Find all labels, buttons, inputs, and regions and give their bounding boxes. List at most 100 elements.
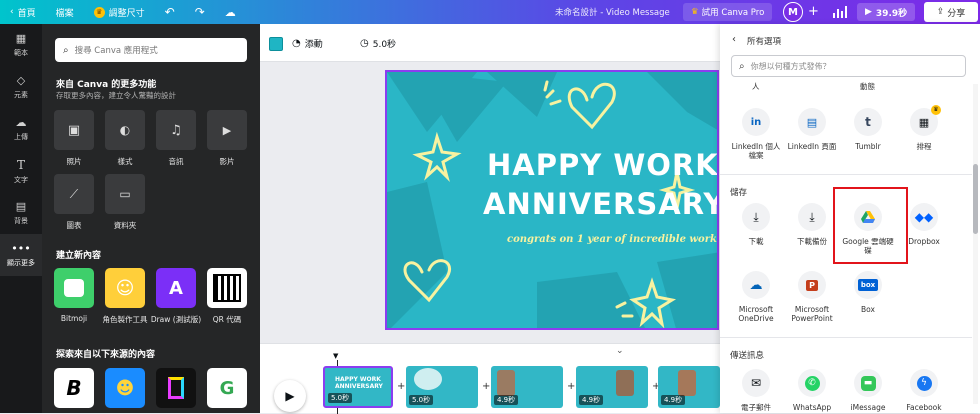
- file-menu[interactable]: 檔案: [46, 0, 84, 24]
- email-option[interactable]: ✉ 電子郵件: [728, 369, 784, 412]
- chevron-down-icon[interactable]: ⌄: [616, 346, 624, 356]
- cloud-sync-icon[interactable]: ☁: [215, 0, 246, 24]
- folder-icon: ▭: [119, 187, 131, 201]
- crown-icon: ♛: [691, 7, 699, 17]
- source-app-2[interactable]: ☻: [105, 368, 145, 408]
- schedule-option[interactable]: ▦ ♛ 排程: [896, 105, 952, 151]
- rail-item-background[interactable]: ▤ 背景: [0, 192, 42, 234]
- publish-search-input[interactable]: ⌕ 你想以何種方式發佈？: [731, 55, 966, 77]
- styles-tile[interactable]: ◐: [105, 110, 145, 150]
- linkedin-page-option[interactable]: ▤ LinkedIn 頁面: [784, 108, 840, 151]
- chevron-left-icon: ‹: [10, 7, 14, 17]
- present-button[interactable]: ▶ 39.9秒: [857, 3, 916, 21]
- play-button[interactable]: ▶: [274, 380, 306, 412]
- search-icon: ⌕: [739, 60, 745, 72]
- rail-item-text[interactable]: T 文字: [0, 150, 42, 192]
- undo-icon[interactable]: ↶: [155, 0, 185, 24]
- charts-tile[interactable]: ⟋: [54, 174, 94, 214]
- animate-button[interactable]: ◔ 添動: [292, 37, 323, 50]
- timeline-page-1[interactable]: HAPPY WORK ANNIVERSARY 5.0秒: [323, 366, 393, 408]
- box-option[interactable]: box Box: [840, 271, 896, 314]
- timeline-page-5[interactable]: 4.9秒: [658, 366, 720, 408]
- powerpoint-option[interactable]: P Microsoft PowerPoint: [784, 271, 840, 323]
- rail-item-more[interactable]: ••• 顯示更多: [0, 234, 42, 276]
- thumb-photo: [414, 368, 442, 390]
- more-features-subtitle: 存取更多內容，建立令人驚豔的設計: [56, 91, 176, 100]
- option-label: 下載備份: [797, 237, 827, 246]
- file-label: 檔案: [55, 8, 74, 19]
- animate-icon: ◔: [292, 38, 301, 49]
- timeline-page-3[interactable]: 4.9秒: [491, 366, 563, 408]
- background-color-swatch[interactable]: [269, 37, 283, 51]
- source-app-4[interactable]: G: [207, 368, 247, 408]
- download-option[interactable]: ⤓ 下載: [728, 203, 784, 246]
- elements-icon: ◇: [16, 74, 26, 87]
- timeline-page-4[interactable]: 4.9秒: [576, 366, 648, 408]
- add-page-icon[interactable]: +: [482, 381, 490, 392]
- add-page-icon[interactable]: +: [567, 381, 575, 392]
- page-duration: 5.0秒: [409, 395, 434, 405]
- onedrive-option[interactable]: ☁ Microsoft OneDrive: [728, 271, 784, 323]
- whatsapp-icon: ✆: [798, 369, 826, 397]
- subheading[interactable]: congrats on 1 year of incredible work!: [507, 234, 717, 245]
- draw-app[interactable]: A: [156, 268, 196, 308]
- design-page[interactable]: HAPPY WORK ANNIVERSARY congrats on 1 yea…: [385, 70, 719, 330]
- editor-toolbar: ◔ 添動 ◷ 5.0秒: [260, 24, 720, 62]
- frame-icon: [168, 377, 184, 399]
- apps-search-input[interactable]: ⌕ 搜尋 Canva 應用程式: [55, 38, 247, 62]
- option-label: WhatsApp: [792, 403, 832, 412]
- videos-tile[interactable]: ▶: [207, 110, 247, 150]
- linkedin-icon: in: [742, 108, 770, 136]
- linkedin-profile-option[interactable]: in LinkedIn 個人檔案: [728, 108, 784, 160]
- home-button[interactable]: ‹ 首頁: [0, 0, 46, 24]
- home-label: 首頁: [17, 8, 36, 19]
- draw-label: Draw (測試版): [150, 315, 202, 324]
- headline-line-2[interactable]: ANNIVERSARY: [483, 187, 717, 221]
- email-icon: ✉: [742, 369, 770, 397]
- more-icon: •••: [11, 242, 31, 255]
- scrollbar-track[interactable]: [973, 84, 978, 404]
- messenger-icon: ϟ: [910, 369, 938, 397]
- option-label: 電子郵件: [741, 403, 771, 412]
- folders-tile[interactable]: ▭: [105, 174, 145, 214]
- play-icon: ▶: [285, 389, 295, 403]
- insights-icon[interactable]: [833, 6, 847, 18]
- bitmoji-app[interactable]: [54, 268, 94, 308]
- resize-button[interactable]: ♛ 調整尺寸: [84, 0, 155, 24]
- qr-code-app[interactable]: [207, 268, 247, 308]
- imessage-option[interactable]: ▬ iMessage: [840, 369, 896, 412]
- source-app-1[interactable]: B: [54, 368, 94, 408]
- download-icon: ⤓: [742, 203, 770, 231]
- scrollbar-thumb[interactable]: [973, 164, 978, 234]
- photos-tile[interactable]: ▣: [54, 110, 94, 150]
- crown-icon: ♛: [931, 105, 941, 115]
- rail-label: 元素: [14, 91, 28, 99]
- play-icon: ▶: [865, 7, 872, 17]
- top-bar: ‹ 首頁 檔案 ♛ 調整尺寸 ↶ ↷ ☁ 未命名設計 - Video Messa…: [0, 0, 980, 24]
- linkedin-page-icon: ▤: [798, 108, 826, 136]
- try-pro-button[interactable]: ♛ 試用 Canva Pro: [683, 3, 773, 21]
- download-backup-option[interactable]: ⤓ 下載備份: [784, 203, 840, 246]
- timeline-page-2[interactable]: 5.0秒: [406, 366, 478, 408]
- headline-line-1[interactable]: HAPPY WORK: [487, 148, 717, 182]
- back-icon[interactable]: ‹: [732, 34, 736, 45]
- tumblr-option[interactable]: t Tumblr: [840, 108, 896, 151]
- rail-item-elements[interactable]: ◇ 元素: [0, 66, 42, 108]
- redo-icon[interactable]: ↷: [185, 0, 215, 24]
- publish-search-placeholder: 你想以何種方式發佈？: [750, 61, 831, 71]
- duration-button[interactable]: ◷ 5.0秒: [360, 37, 396, 50]
- source-app-3[interactable]: [156, 368, 196, 408]
- rail-item-templates[interactable]: ▦ 範本: [0, 24, 42, 66]
- rail-item-uploads[interactable]: ☁ 上傳: [0, 108, 42, 150]
- add-collaborator-icon[interactable]: +: [808, 5, 819, 18]
- document-title[interactable]: 未命名設計 - Video Message: [555, 6, 670, 18]
- add-page-icon[interactable]: +: [397, 381, 405, 392]
- whatsapp-option[interactable]: ✆ WhatsApp: [784, 369, 840, 412]
- facebook-option[interactable]: ϟ Facebook: [896, 369, 952, 412]
- share-button[interactable]: ⇪ 分享: [924, 2, 978, 22]
- character-builder-app[interactable]: ☺: [105, 268, 145, 308]
- explore-title: 探索來自以下來源的內容: [56, 350, 156, 360]
- audio-tile[interactable]: ♫: [156, 110, 196, 150]
- playhead-icon[interactable]: ▼: [333, 352, 338, 360]
- avatar[interactable]: M: [783, 2, 803, 22]
